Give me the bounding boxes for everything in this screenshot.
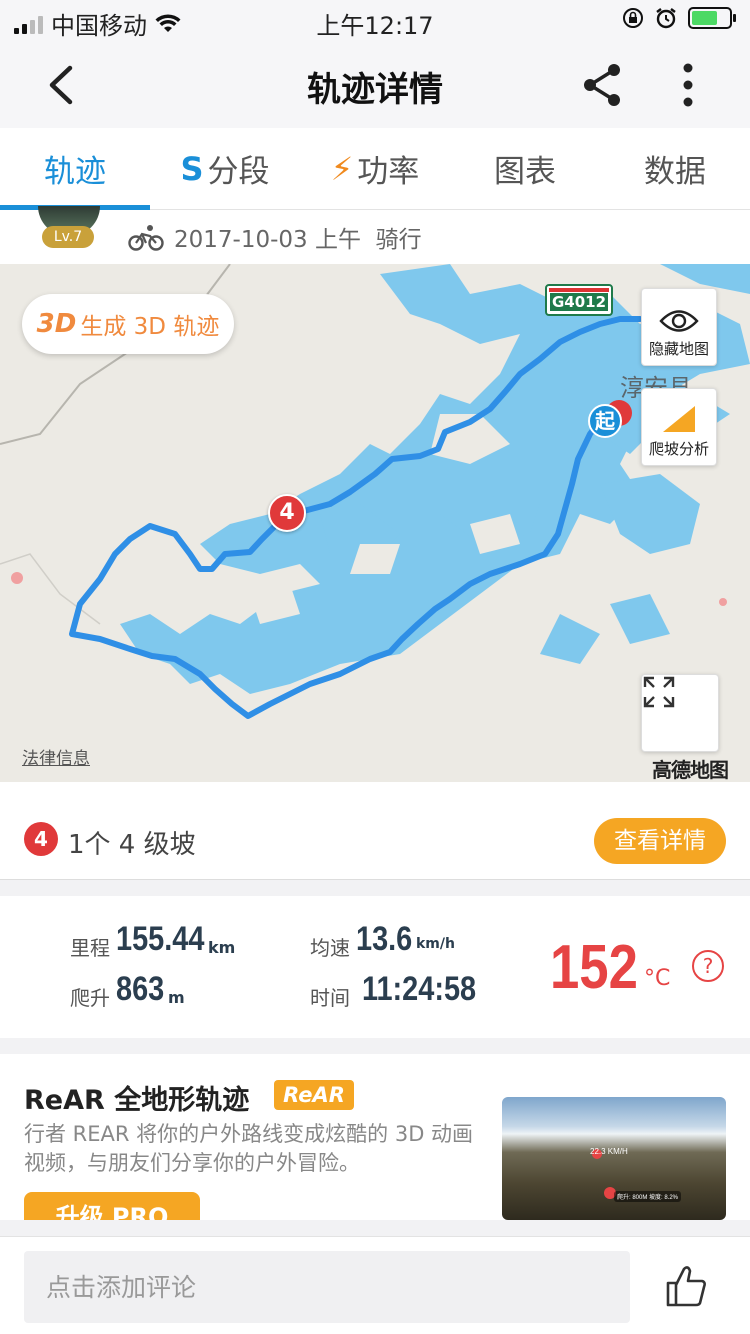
more-vertical-icon[interactable]: [668, 60, 708, 110]
status-right: [622, 6, 736, 30]
climb-unit: m: [168, 988, 185, 1007]
route-map[interactable]: 淳安县 G4012 3D 生成 3D 轨迹 隐藏地图 爬坡分析 起 4 法律信息…: [0, 264, 750, 782]
nav-bar: 轨迹详情: [0, 42, 750, 128]
avg-speed-unit: km/h: [416, 936, 455, 952]
tab-segments[interactable]: S 分段: [150, 128, 300, 209]
activity-info: Lv.7 2017-10-03 上午 骑行: [0, 206, 750, 264]
poi-dot: [11, 572, 23, 584]
tab-label: 图表: [494, 154, 556, 190]
rear-promo: ReAR 全地形轨迹 ReAR 行者 REAR 将你的户外路线变成炫酷的 3D …: [0, 1054, 750, 1220]
time-label: 时间: [310, 986, 350, 1010]
help-icon[interactable]: ?: [692, 950, 724, 982]
rear-badge: ReAR: [274, 1080, 354, 1110]
tab-label: 数据: [644, 154, 706, 190]
promo-title: ReAR 全地形轨迹: [24, 1085, 250, 1116]
climb-analysis-label: 爬坡分析: [648, 440, 709, 458]
status-bar: 中国移动 上午12:17: [0, 0, 750, 42]
tab-data[interactable]: 数据: [600, 128, 750, 209]
alarm-icon: [656, 8, 676, 29]
climb-analysis-button[interactable]: 爬坡分析: [641, 388, 717, 466]
distance-label: 里程: [70, 936, 110, 960]
start-marker[interactable]: 起: [588, 404, 622, 438]
tab-power[interactable]: ⚡ 功率: [300, 128, 450, 209]
climb-marker[interactable]: 4: [268, 494, 306, 532]
rotation-lock-icon: [623, 8, 643, 28]
tab-label: 分段: [207, 154, 270, 190]
climb-count-text: 1个 4 级坡: [68, 830, 196, 860]
thumbs-up-icon[interactable]: [664, 1263, 708, 1309]
bicycle-icon: [128, 225, 164, 251]
legal-link[interactable]: 法律信息: [22, 744, 90, 769]
map-provider-logo: 高德地图: [652, 758, 729, 782]
climb-category-badge: 4: [24, 822, 58, 856]
road-sign: G4012: [545, 284, 613, 316]
slope-icon: [663, 406, 695, 432]
promo-preview-image[interactable]: 22.3 KM/H 爬升: 800M 坡度: 8.2%: [502, 1097, 726, 1220]
segment-icon: S: [180, 149, 204, 188]
avg-speed-label: 均速: [310, 936, 350, 960]
temperature-value: 152: [550, 933, 638, 1002]
comment-bar: [0, 1236, 750, 1334]
promo-description: 行者 REAR 将你的户外路线变成炫酷的 3D 动画视频，与朋友们分享你的户外冒…: [24, 1122, 474, 1175]
level-badge: Lv.7: [42, 226, 94, 248]
activity-date: 2017-10-03 上午 骑行: [174, 220, 422, 254]
distance-value: 155.44: [116, 920, 205, 958]
climb-value: 863: [116, 970, 165, 1008]
time-value: 11:24:58: [362, 970, 477, 1008]
distance-unit: km: [208, 938, 236, 957]
tab-bar: 轨迹 S 分段 ⚡ 功率 图表 数据: [0, 128, 750, 210]
hide-map-label: 隐藏地图: [648, 340, 709, 358]
generate-3d-label: 生成 3D 轨迹: [80, 314, 220, 340]
generate-3d-button[interactable]: 3D 生成 3D 轨迹: [22, 294, 234, 354]
fullscreen-button[interactable]: [641, 674, 719, 752]
comment-input[interactable]: [24, 1251, 630, 1323]
avg-speed-value: 13.6: [356, 920, 413, 958]
3d-logo: 3D: [36, 309, 77, 339]
road-sign-text: G4012: [550, 293, 608, 311]
upgrade-pro-button[interactable]: 升级 PRO: [24, 1192, 200, 1220]
view-details-button[interactable]: 查看详情: [594, 818, 726, 864]
tab-label: 功率: [357, 154, 420, 190]
poi-dot: [719, 598, 727, 606]
tab-charts[interactable]: 图表: [450, 128, 600, 209]
tab-label: 轨迹: [44, 154, 106, 190]
activity-type: 骑行: [375, 227, 422, 253]
battery-icon: [688, 7, 736, 29]
expand-icon: [643, 676, 675, 708]
tab-track[interactable]: 轨迹: [0, 128, 150, 210]
preview-speed: 22.3 KM/H: [590, 1147, 628, 1156]
lightning-icon: ⚡: [330, 149, 354, 188]
share-icon[interactable]: [578, 60, 628, 110]
page-title: 轨迹详情: [307, 70, 443, 110]
date-text: 2017-10-03 上午: [174, 227, 361, 253]
temperature-unit: °C: [644, 966, 671, 991]
climb-label: 爬升: [70, 986, 110, 1010]
climb-summary: 4 1个 4 级坡 查看详情: [0, 782, 750, 880]
hide-map-button[interactable]: 隐藏地图: [641, 288, 717, 366]
preview-climb: 爬升: 800M 坡度: 8.2%: [614, 1191, 682, 1202]
eye-icon: [659, 310, 699, 332]
stats-panel: 里程 155.44 km 均速 13.6 km/h 爬升 863 m 时间 11…: [0, 896, 750, 1038]
